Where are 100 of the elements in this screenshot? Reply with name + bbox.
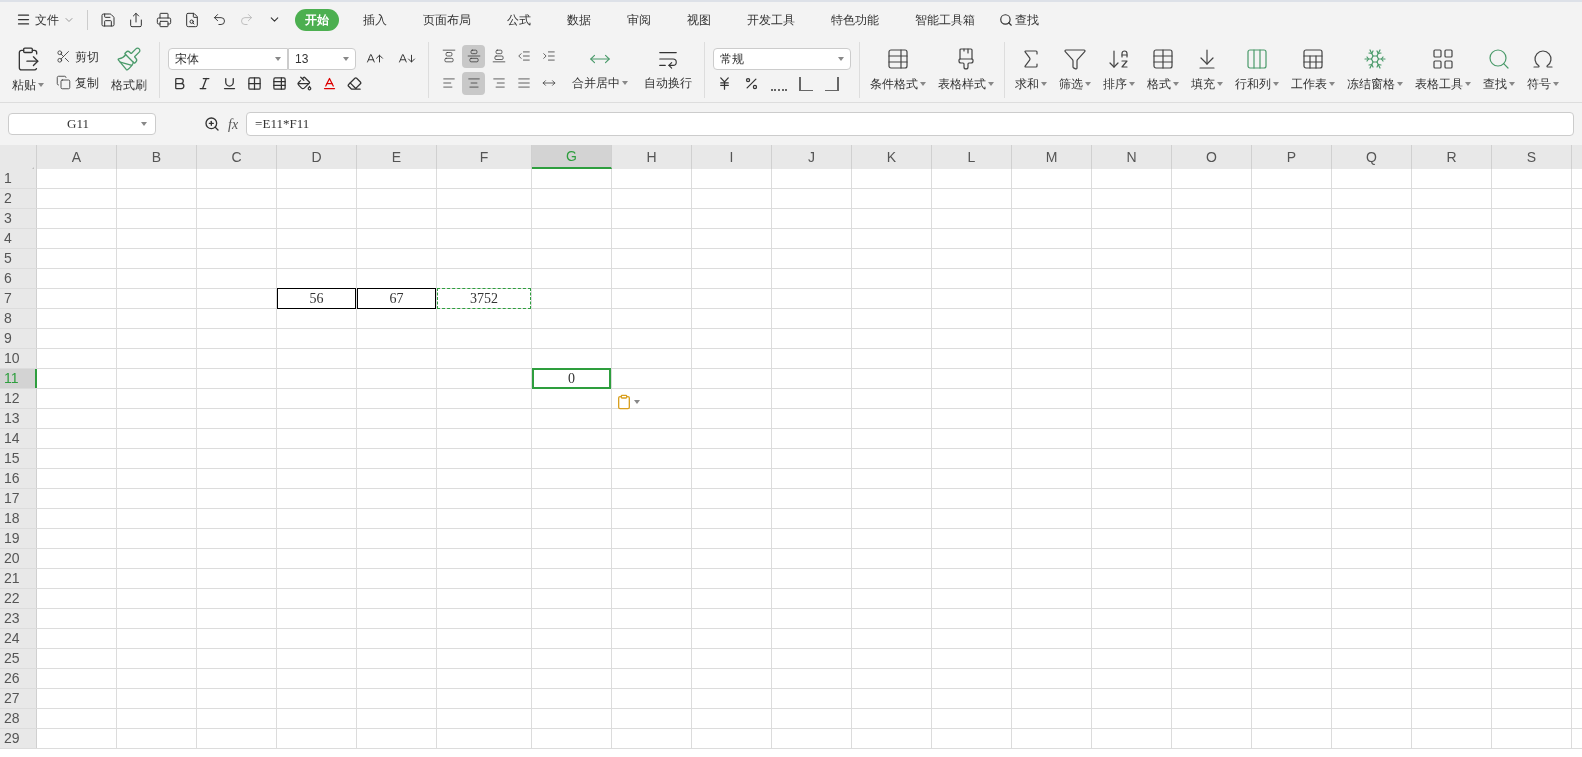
row-header[interactable]: 22 — [0, 589, 37, 608]
row-header[interactable]: 16 — [0, 469, 37, 488]
row-header[interactable]: 20 — [0, 549, 37, 568]
yen-icon[interactable] — [717, 76, 732, 91]
row-header[interactable]: 27 — [0, 689, 37, 708]
column-header[interactable]: J — [772, 145, 852, 169]
wrap-text-button[interactable]: 自动换行 — [640, 47, 696, 92]
cut-button[interactable]: 剪切 — [56, 47, 99, 66]
column-header[interactable]: K — [852, 145, 932, 169]
formula-field[interactable]: =E11*F11 — [246, 112, 1574, 136]
zoom-icon[interactable] — [204, 116, 220, 132]
search-button[interactable]: 查找 — [999, 10, 1039, 29]
column-header[interactable]: B — [117, 145, 197, 169]
column-header[interactable]: R — [1412, 145, 1492, 169]
ribbon-button[interactable]: 冻结窗格 — [1341, 40, 1409, 99]
column-header[interactable]: I — [692, 145, 772, 169]
copy-button[interactable]: 复制 — [56, 73, 99, 92]
table-cell[interactable]: 67 — [357, 288, 436, 309]
column-header[interactable]: Q — [1332, 145, 1412, 169]
column-header[interactable]: N — [1092, 145, 1172, 169]
ribbon-button[interactable]: 格式 — [1141, 40, 1185, 99]
ribbon-tab[interactable]: 特色功能 — [819, 8, 891, 31]
share-icon[interactable] — [128, 11, 144, 28]
ribbon-button[interactable]: 表格工具 — [1409, 40, 1477, 99]
column-header[interactable]: C — [197, 145, 277, 169]
ribbon-tab[interactable]: 公式 — [495, 8, 543, 31]
borders-icon[interactable] — [247, 76, 262, 91]
paste-button[interactable]: 粘贴 — [8, 45, 48, 94]
row-header[interactable]: 6 — [0, 269, 37, 288]
eraser-icon[interactable] — [347, 76, 362, 91]
row-header[interactable]: 21 — [0, 569, 37, 588]
row-header[interactable]: 13 — [0, 409, 37, 428]
number-format-field[interactable]: 常规 — [713, 48, 851, 70]
column-header[interactable]: P — [1252, 145, 1332, 169]
merge-center-button[interactable]: 合并居中 — [568, 47, 632, 92]
row-header[interactable]: 14 — [0, 429, 37, 448]
row-header[interactable]: 9 — [0, 329, 37, 348]
row-header[interactable]: 3 — [0, 209, 37, 228]
fill-color-icon[interactable] — [297, 76, 312, 91]
row-header[interactable]: 25 — [0, 649, 37, 668]
column-header[interactable]: E — [357, 145, 437, 169]
row-header[interactable]: 28 — [0, 709, 37, 728]
name-box[interactable]: G11 — [8, 113, 156, 135]
ribbon-button[interactable]: 求和 — [1009, 40, 1053, 99]
save-icon[interactable] — [100, 11, 116, 28]
align-button[interactable] — [462, 44, 485, 68]
ribbon-button[interactable]: 排序 — [1097, 40, 1141, 99]
ribbon-button[interactable]: 条件格式 — [864, 40, 932, 99]
italic-icon[interactable] — [197, 76, 212, 91]
file-menu[interactable]: 文件 — [12, 10, 79, 29]
cell-style-icon[interactable] — [272, 76, 287, 91]
print-icon[interactable] — [156, 11, 172, 28]
ribbon-tab[interactable]: 页面布局 — [411, 8, 483, 31]
ribbon-button[interactable]: 查找 — [1477, 40, 1521, 99]
percent-icon[interactable] — [744, 76, 759, 91]
row-header[interactable]: 26 — [0, 669, 37, 688]
row-header[interactable]: 15 — [0, 449, 37, 468]
ribbon-button[interactable]: 填充 — [1185, 40, 1229, 99]
insert-function-button[interactable]: fx — [228, 113, 239, 135]
row-header[interactable]: 5 — [0, 249, 37, 268]
ribbon-button[interactable]: 工作表 — [1285, 40, 1341, 99]
align-button[interactable] — [462, 71, 485, 95]
column-header[interactable]: H — [612, 145, 692, 169]
row-header[interactable]: 12 — [0, 389, 37, 408]
font-name-field[interactable]: 宋体 — [168, 48, 288, 70]
ribbon-tab[interactable]: 视图 — [675, 8, 723, 31]
column-header[interactable]: S — [1492, 145, 1572, 169]
column-header[interactable]: A — [37, 145, 117, 169]
row-header[interactable]: 29 — [0, 729, 37, 748]
row-header[interactable]: 19 — [0, 529, 37, 548]
row-header[interactable]: 7 — [0, 289, 37, 308]
ribbon-tab[interactable]: 插入 — [351, 8, 399, 31]
ribbon-tab[interactable]: 审阅 — [615, 8, 663, 31]
row-header[interactable]: 1 — [0, 169, 37, 188]
row-header[interactable]: 10 — [0, 349, 37, 368]
ribbon-tab[interactable]: 数据 — [555, 8, 603, 31]
undo-icon[interactable] — [212, 12, 227, 27]
font-color-icon[interactable] — [322, 76, 337, 91]
print-preview-icon[interactable] — [184, 11, 200, 28]
column-header[interactable]: D — [277, 145, 357, 169]
table-cell[interactable]: 56 — [277, 288, 356, 309]
row-header[interactable]: 24 — [0, 629, 37, 648]
ribbon-button[interactable]: 筛选 — [1053, 40, 1097, 99]
row-header[interactable]: 17 — [0, 489, 37, 508]
ribbon-tab[interactable]: 开发工具 — [735, 8, 807, 31]
paste-options-icon[interactable] — [616, 394, 640, 410]
ribbon-button[interactable]: 行和列 — [1229, 40, 1285, 99]
underline-icon[interactable] — [222, 76, 237, 91]
row-header[interactable]: 18 — [0, 509, 37, 528]
font-size-field[interactable]: 13 — [288, 48, 356, 70]
row-header[interactable]: 23 — [0, 609, 37, 628]
ribbon-button[interactable]: 符号 — [1521, 40, 1565, 99]
row-header[interactable]: 8 — [0, 309, 37, 328]
row-header[interactable]: 2 — [0, 189, 37, 208]
column-header[interactable]: L — [932, 145, 1012, 169]
ribbon-tab[interactable]: 智能工具箱 — [903, 8, 987, 31]
bold-icon[interactable] — [172, 76, 187, 91]
column-header[interactable]: M — [1012, 145, 1092, 169]
ribbon-button[interactable]: 表格样式 — [932, 40, 1000, 99]
column-header[interactable]: O — [1172, 145, 1252, 169]
